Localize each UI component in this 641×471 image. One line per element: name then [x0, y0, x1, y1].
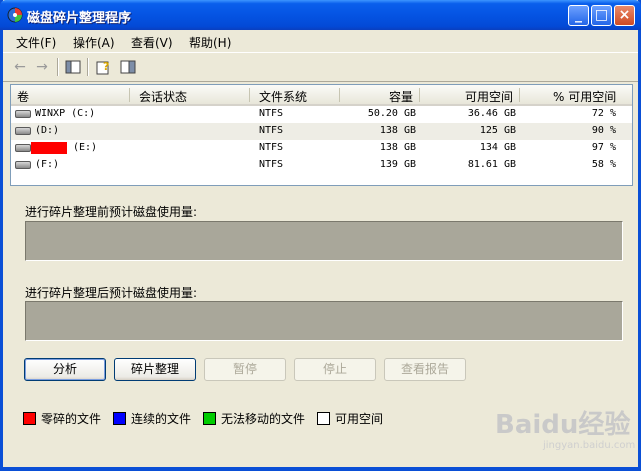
- hard-drive-icon: [15, 127, 31, 135]
- filesystem: NTFS: [259, 159, 284, 170]
- after-usage-label: 进行碎片整理后预计磁盘使用量:: [25, 286, 198, 300]
- volume-list[interactable]: 卷 会话状态 文件系统 容量 可用空间 % 可用空间 WINXP (C:) NT…: [10, 84, 633, 186]
- col-free-space[interactable]: 可用空间: [465, 88, 513, 105]
- percent-free: 72 %: [591, 108, 616, 119]
- menu-help[interactable]: 帮助(H): [189, 34, 231, 51]
- filesystem: NTFS: [259, 125, 284, 136]
- pause-button[interactable]: 暂停: [204, 358, 286, 381]
- legend-swatch-white: [317, 412, 330, 425]
- legend-label: 无法移动的文件: [221, 412, 306, 426]
- col-divider: [339, 88, 340, 102]
- percent-free: 97 %: [591, 142, 616, 153]
- back-arrow-icon[interactable]: ←: [11, 58, 29, 76]
- analyze-button[interactable]: 分析: [24, 358, 106, 381]
- volume-name: WINXP (C:): [35, 108, 96, 119]
- capacity: 138 GB: [379, 125, 416, 136]
- table-row[interactable]: (E:) NTFS 138 GB 134 GB 97 %: [11, 140, 632, 157]
- legend-label: 连续的文件: [131, 412, 192, 426]
- minimize-button[interactable]: _: [568, 5, 589, 26]
- col-filesystem[interactable]: 文件系统: [259, 88, 307, 105]
- before-usage-display: [25, 221, 623, 261]
- free-space: 36.46 GB: [467, 108, 516, 119]
- volume-name: (F:): [35, 159, 60, 170]
- baidu-watermark-url: jingyan.baidu.com: [543, 440, 636, 451]
- volume-name: (E:): [73, 142, 98, 153]
- filesystem: NTFS: [259, 142, 284, 153]
- col-capacity[interactable]: 容量: [389, 88, 413, 105]
- capacity: 139 GB: [379, 159, 416, 170]
- menu-action[interactable]: 操作(A): [73, 34, 115, 51]
- redaction-block: [31, 142, 67, 154]
- table-row[interactable]: (F:) NTFS 139 GB 81.61 GB 58 %: [11, 157, 632, 174]
- percent-free: 58 %: [591, 159, 616, 170]
- legend-fragmented: 零碎的文件: [23, 410, 101, 427]
- col-divider: [419, 88, 420, 102]
- col-session-status[interactable]: 会话状态: [139, 88, 187, 105]
- forward-arrow-icon[interactable]: →: [33, 58, 51, 76]
- legend-swatch-red: [23, 412, 36, 425]
- properties-help-icon[interactable]: ?: [95, 58, 113, 76]
- legend-free-space: 可用空间: [317, 410, 383, 427]
- legend-contiguous: 连续的文件: [113, 410, 191, 427]
- volume-name: (D:): [35, 125, 60, 136]
- show-hide-tree-icon[interactable]: [64, 58, 82, 76]
- volume-name-redacted: [31, 142, 67, 154]
- hard-drive-icon: [15, 144, 31, 152]
- legend-swatch-green: [203, 412, 216, 425]
- capacity: 138 GB: [379, 142, 416, 153]
- capacity: 50.20 GB: [367, 108, 416, 119]
- col-percent-free[interactable]: % 可用空间: [553, 88, 616, 105]
- toolbar-separator: [87, 58, 89, 76]
- free-space: 134 GB: [479, 142, 516, 153]
- close-icon: ×: [618, 7, 631, 23]
- baidu-watermark: Baidu经验: [495, 410, 631, 440]
- col-divider: [129, 88, 130, 102]
- after-usage-display: [25, 301, 623, 341]
- legend-label: 零碎的文件: [41, 412, 102, 426]
- defrag-window: 磁盘碎片整理程序 _ □ × 文件(F) 操作(A) 查看(V) 帮助(H) ←…: [0, 0, 641, 471]
- volume-list-header: 卷 会话状态 文件系统 容量 可用空间 % 可用空间: [11, 85, 632, 106]
- legend-label: 可用空间: [335, 412, 384, 426]
- defragment-button[interactable]: 碎片整理: [114, 358, 196, 381]
- menu-bar: 文件(F) 操作(A) 查看(V) 帮助(H): [3, 30, 638, 53]
- hard-drive-icon: [15, 110, 31, 118]
- table-row[interactable]: WINXP (C:) NTFS 50.20 GB 36.46 GB 72 %: [11, 106, 632, 123]
- menu-file[interactable]: 文件(F): [16, 34, 56, 51]
- legend-swatch-blue: [113, 412, 126, 425]
- free-space: 81.61 GB: [467, 159, 516, 170]
- toolbar: ← → ?: [3, 53, 638, 82]
- filesystem: NTFS: [259, 108, 284, 119]
- hard-drive-icon: [15, 161, 31, 169]
- col-divider: [519, 88, 520, 102]
- defrag-app-icon: [7, 7, 23, 23]
- svg-text:?: ?: [103, 60, 109, 73]
- before-usage-label: 进行碎片整理前预计磁盘使用量:: [25, 205, 198, 219]
- view-report-button[interactable]: 查看报告: [384, 358, 466, 381]
- toolbar-separator: [57, 58, 59, 76]
- col-divider: [249, 88, 250, 102]
- menu-view[interactable]: 查看(V): [131, 34, 173, 51]
- free-space: 125 GB: [479, 125, 516, 136]
- minimize-icon: _: [575, 7, 582, 23]
- console-view-icon[interactable]: [119, 58, 137, 76]
- window-title: 磁盘碎片整理程序: [27, 11, 132, 26]
- close-button[interactable]: ×: [614, 5, 635, 26]
- maximize-icon: □: [594, 7, 609, 23]
- stop-button[interactable]: 停止: [294, 358, 376, 381]
- legend-unmovable: 无法移动的文件: [203, 410, 305, 427]
- percent-free: 90 %: [591, 125, 616, 136]
- col-volume[interactable]: 卷: [17, 88, 29, 105]
- table-row[interactable]: (D:) NTFS 138 GB 125 GB 90 %: [11, 123, 632, 140]
- title-bar[interactable]: 磁盘碎片整理程序 _ □ ×: [0, 0, 641, 30]
- maximize-button[interactable]: □: [591, 5, 612, 26]
